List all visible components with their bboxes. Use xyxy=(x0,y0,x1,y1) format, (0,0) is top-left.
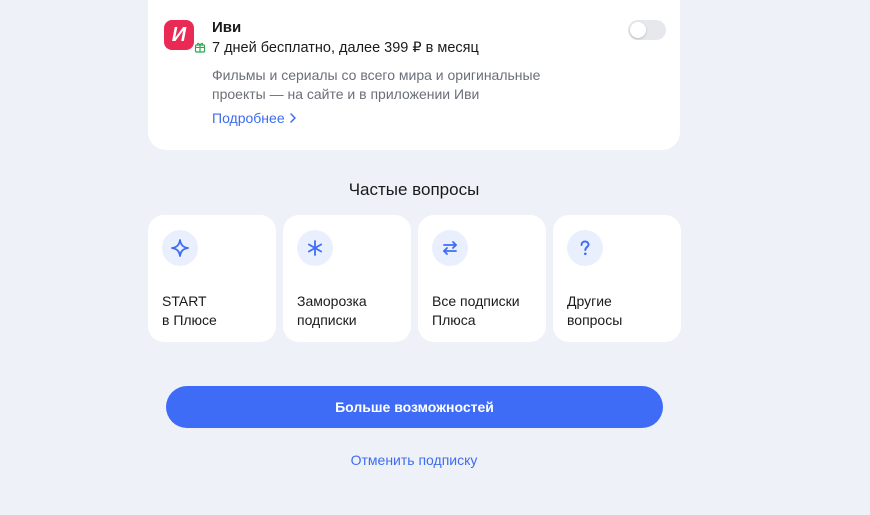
logo-letter: И xyxy=(171,23,187,46)
question-icon xyxy=(567,230,603,266)
subscription-description: Фильмы и сериалы со всего мира и оригина… xyxy=(212,67,541,102)
faq-label: Другие вопросы xyxy=(567,293,623,328)
more-link[interactable]: Подробнее xyxy=(212,110,297,126)
subscription-offer: 7 дней бесплатно, далее 399 ₽ в месяц xyxy=(212,40,479,56)
faq-label: Все подписки Плюса xyxy=(432,293,520,328)
ivi-logo: И xyxy=(164,20,194,50)
chevron-right-icon xyxy=(289,113,296,123)
swap-arrows-icon xyxy=(432,230,468,266)
faq-card-all-subscriptions[interactable]: Все подписки Плюса xyxy=(418,215,546,342)
toggle-knob xyxy=(630,22,646,38)
cancel-subscription-link[interactable]: Отменить подписку xyxy=(0,452,828,468)
faq-label: Заморозка подписки xyxy=(297,293,367,328)
gift-icon xyxy=(194,41,206,53)
subscription-card: И Иви 7 дней бесплатно, далее 399 ₽ в ме… xyxy=(148,0,680,150)
snowflake-icon xyxy=(297,230,333,266)
more-features-button[interactable]: Больше возможностей xyxy=(166,386,663,428)
faq-card-start[interactable]: START в Плюсе xyxy=(148,215,276,342)
subscription-toggle[interactable] xyxy=(628,20,666,40)
sparkle-icon xyxy=(162,230,198,266)
subscription-title: Иви xyxy=(212,19,242,36)
faq-title: Частые вопросы xyxy=(348,180,480,199)
subscription-page: И Иви 7 дней бесплатно, далее 399 ₽ в ме… xyxy=(0,0,870,515)
faq-label: START в Плюсе xyxy=(162,293,217,328)
faq-card-freeze[interactable]: Заморозка подписки xyxy=(283,215,411,342)
more-link-label: Подробнее xyxy=(212,110,285,126)
faq-card-other[interactable]: Другие вопросы xyxy=(553,215,681,342)
